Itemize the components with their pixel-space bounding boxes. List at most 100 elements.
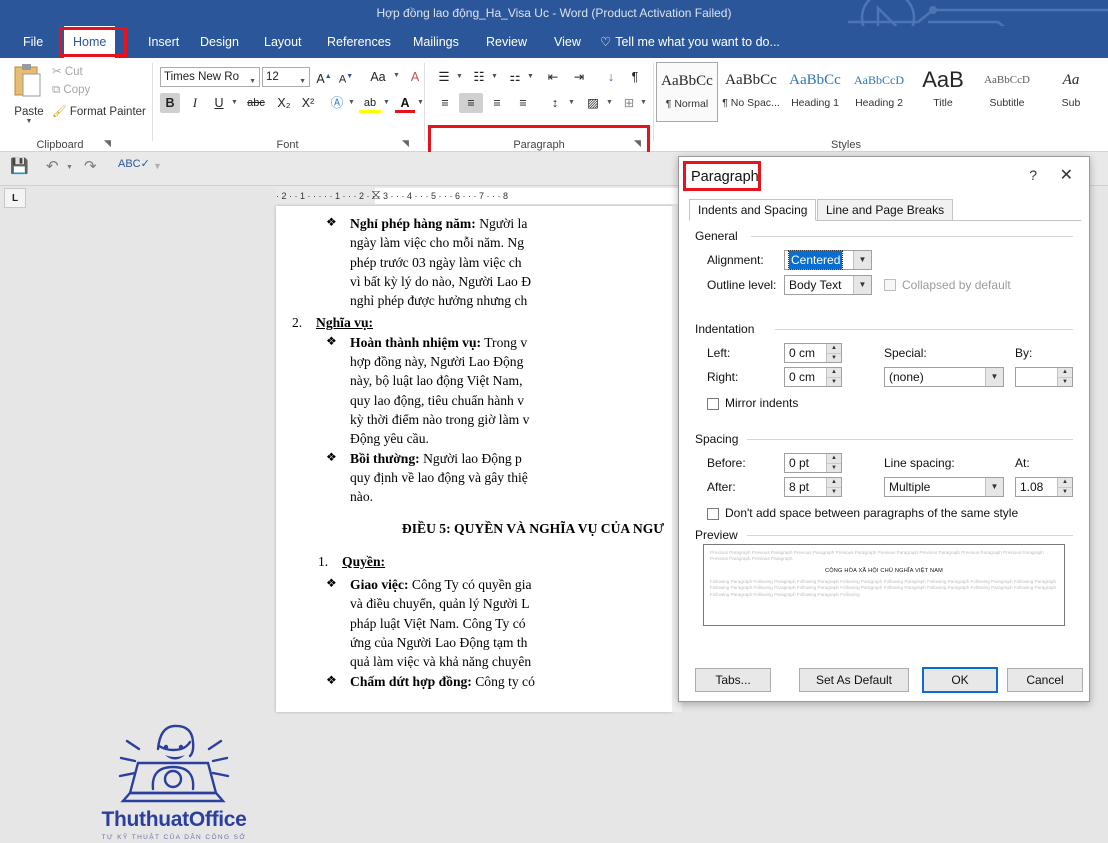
chevron-down-icon[interactable]: ▼ — [853, 251, 871, 269]
undo-icon[interactable]: ↶ — [46, 157, 59, 175]
style-subtle-emphasis[interactable]: Aa Sub — [1040, 62, 1102, 122]
decrease-indent-button[interactable]: ⇤ — [542, 67, 564, 87]
cancel-button[interactable]: Cancel — [1007, 668, 1083, 692]
clear-formatting-button[interactable]: A — [405, 67, 425, 87]
tab-layout[interactable]: Layout — [255, 26, 311, 58]
indent-right-stepper[interactable]: 0 cm ▲ ▼ — [784, 367, 842, 387]
tell-me-box[interactable]: ♡ Tell me what you want to do... — [600, 26, 780, 58]
tab-references[interactable]: References — [318, 26, 400, 58]
multilevel-list-button[interactable]: ⚏ — [504, 67, 526, 87]
italic-button[interactable]: I — [185, 93, 205, 113]
shading-button[interactable]: ▨ — [582, 93, 604, 113]
shrink-font-button[interactable]: A▼ — [337, 67, 355, 87]
align-right-button[interactable]: ≡ — [485, 93, 509, 113]
sort-button[interactable]: ↓ — [600, 67, 622, 87]
stepper-up-icon[interactable]: ▲ — [826, 478, 841, 487]
stepper-down-icon[interactable]: ▼ — [826, 353, 841, 362]
alignment-select[interactable]: Centered ▼ — [784, 250, 872, 270]
tab-file[interactable]: File — [14, 26, 52, 58]
mirror-indents-checkbox[interactable] — [707, 398, 719, 410]
font-size-combo[interactable]: 12 ▼ — [262, 67, 310, 87]
borders-button[interactable]: ⊞ — [618, 93, 640, 113]
indent-left-stepper[interactable]: 0 cm ▲ ▼ — [784, 343, 842, 363]
stepper-down-icon[interactable]: ▼ — [826, 377, 841, 386]
stepper-down-icon[interactable]: ▼ — [1057, 377, 1072, 386]
highlight-button[interactable]: ab — [359, 93, 381, 113]
line-spacing-select[interactable]: Multiple ▼ — [884, 477, 1004, 497]
stepper-down-icon[interactable]: ▼ — [1057, 487, 1072, 496]
ok-button[interactable]: OK — [922, 667, 998, 693]
underline-button[interactable]: U — [209, 93, 229, 113]
numbered-list-button[interactable]: ☷ — [468, 67, 490, 87]
font-name-combo[interactable]: Times New Ro ▼ — [160, 67, 260, 87]
text-effects-button[interactable]: Ⓐ — [327, 93, 347, 113]
stepper-up-icon[interactable]: ▲ — [1057, 478, 1072, 487]
document-page[interactable]: ❖ Nghỉ phép hàng năm: Người la ngày làm … — [276, 206, 672, 712]
font-color-button[interactable]: A — [395, 93, 415, 113]
stepper-up-icon[interactable]: ▲ — [826, 368, 841, 377]
tab-mailings[interactable]: Mailings — [404, 26, 468, 58]
chevron-down-icon[interactable]: ▼ — [606, 99, 613, 106]
stepper-up-icon[interactable]: ▲ — [826, 344, 841, 353]
chevron-down-icon[interactable]: ▼ — [383, 99, 390, 106]
justify-button[interactable]: ≡ — [511, 93, 535, 113]
style-no-spacing[interactable]: AaBbCc ¶ No Spac... — [720, 62, 782, 122]
align-left-button[interactable]: ≡ — [433, 93, 457, 113]
chevron-down-icon[interactable]: ▼ — [985, 368, 1003, 386]
chevron-down-icon[interactable]: ▼ — [527, 73, 534, 80]
spacing-before-stepper[interactable]: 0 pt ▲ ▼ — [784, 453, 842, 473]
copy-button[interactable]: ⧉ Copy — [52, 84, 90, 97]
chevron-down-icon[interactable]: ▼ — [417, 99, 424, 106]
tab-stop-selector[interactable]: L — [4, 188, 26, 208]
tab-view[interactable]: View — [545, 26, 590, 58]
spelling-check-icon[interactable]: ABC✓ — [118, 157, 150, 170]
tab-indents-and-spacing[interactable]: Indents and Spacing — [689, 199, 817, 221]
chevron-down-icon[interactable]: ▼ — [231, 99, 238, 106]
set-as-default-button[interactable]: Set As Default — [799, 668, 909, 692]
spacing-after-stepper[interactable]: 8 pt ▲ ▼ — [784, 477, 842, 497]
chevron-down-icon[interactable]: ▼ — [66, 164, 73, 171]
chevron-down-icon[interactable]: ▼ — [640, 99, 647, 106]
tab-insert[interactable]: Insert — [139, 26, 188, 58]
change-case-button[interactable]: Aa — [363, 67, 393, 87]
dont-add-space-checkbox[interactable] — [707, 508, 719, 520]
superscript-button[interactable]: X² — [297, 93, 319, 113]
style-title[interactable]: AaB Title — [912, 62, 974, 122]
align-center-button[interactable]: ≡ — [459, 93, 483, 113]
redo-icon[interactable]: ↷ — [84, 157, 97, 175]
style-normal[interactable]: AaBbCc ¶ Normal — [656, 62, 718, 122]
tab-review[interactable]: Review — [477, 26, 536, 58]
close-icon[interactable]: ✕ — [1060, 165, 1073, 185]
collapsed-by-default-checkbox[interactable] — [884, 279, 896, 291]
at-stepper[interactable]: 1.08 ▲ ▼ — [1015, 477, 1073, 497]
paste-dropdown-arrow-icon[interactable]: ▼ — [6, 118, 52, 125]
paragraph-dialog-launcher[interactable]: ◥ — [634, 138, 641, 149]
bullet-list-button[interactable]: ☰ — [433, 67, 455, 87]
format-painter-button[interactable]: 🖌 Format Painter — [52, 104, 146, 118]
grow-font-button[interactable]: A▲ — [315, 67, 333, 87]
style-heading-1[interactable]: AaBbCc Heading 1 — [784, 62, 846, 122]
tabs-button[interactable]: Tabs... — [695, 668, 771, 692]
stepper-up-icon[interactable]: ▲ — [826, 454, 841, 463]
chevron-down-icon[interactable]: ▼ — [568, 99, 575, 106]
font-dialog-launcher[interactable]: ◥ — [402, 138, 409, 149]
save-icon[interactable]: 💾 — [10, 157, 29, 175]
line-spacing-button[interactable]: ↕ — [544, 93, 566, 113]
chevron-down-icon[interactable]: ▼ — [456, 73, 463, 80]
stepper-up-icon[interactable]: ▲ — [1057, 368, 1072, 377]
chevron-down-icon[interactable]: ▼ — [491, 73, 498, 80]
help-icon[interactable]: ? — [1029, 167, 1037, 183]
style-heading-2[interactable]: AaBbCcD Heading 2 — [848, 62, 910, 122]
tab-line-and-page-breaks[interactable]: Line and Page Breaks — [817, 199, 954, 221]
chevron-down-icon[interactable]: ▼ — [985, 478, 1003, 496]
outline-level-select[interactable]: Body Text ▼ — [784, 275, 872, 295]
paragraph-dialog[interactable]: Paragraph ? ✕ Indents and Spacing Line a… — [678, 156, 1090, 702]
stepper-down-icon[interactable]: ▼ — [826, 487, 841, 496]
chevron-down-icon[interactable]: ▼ — [853, 276, 871, 294]
paste-button[interactable]: Paste ▼ — [6, 62, 52, 125]
style-subtitle[interactable]: AaBbCcD Subtitle — [976, 62, 1038, 122]
special-select[interactable]: (none) ▼ — [884, 367, 1004, 387]
clipboard-dialog-launcher[interactable]: ◥ — [104, 138, 111, 149]
by-stepper[interactable]: ▲ ▼ — [1015, 367, 1073, 387]
strikethrough-button[interactable]: abc — [243, 93, 269, 113]
